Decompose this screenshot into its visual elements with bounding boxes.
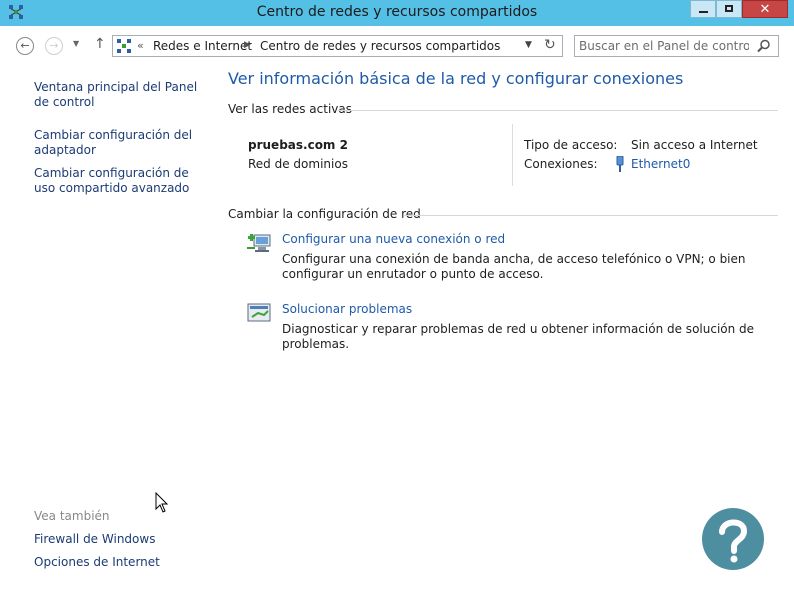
network-divider [512, 124, 513, 186]
control-panel-icon [117, 39, 131, 53]
forward-button[interactable]: → [45, 37, 63, 55]
setup-connection-description: Configurar una conexión de banda ancha, … [282, 252, 746, 281]
network-name: pruebas.com 2 [248, 138, 348, 152]
close-icon: ✕ [759, 2, 771, 17]
breadcrumb-current[interactable]: Centro de redes y recursos compartidos [260, 39, 500, 53]
network-type[interactable]: Red de dominios [248, 157, 348, 171]
sidebar-link-adapter-settings[interactable]: Cambiar configuración del adaptador [34, 128, 209, 158]
mouse-cursor-icon [155, 492, 169, 513]
sidebar-link-internet-options[interactable]: Opciones de Internet [34, 555, 209, 570]
search-box[interactable] [574, 35, 779, 57]
change-settings-heading: Cambiar la configuración de red [228, 207, 421, 221]
page-title: Ver información básica de la red y confi… [228, 69, 684, 88]
breadcrumb-arrow-icon[interactable]: ▶ [244, 40, 251, 50]
ethernet-connection-link[interactable]: Ethernet0 [631, 157, 690, 171]
troubleshoot-icon[interactable] [246, 302, 272, 324]
breadcrumb-redes-internet[interactable]: Redes e Internet [153, 39, 252, 53]
search-input[interactable] [579, 38, 749, 54]
troubleshoot-description: Diagnosticar y reparar problemas de red … [282, 322, 755, 351]
active-networks-heading: Ver las redes activas [228, 102, 352, 116]
up-button[interactable]: ↑ [94, 36, 106, 52]
help-watermark-icon [702, 508, 764, 570]
close-button[interactable]: ✕ [742, 0, 788, 18]
sidebar-link-control-panel-home[interactable]: Ventana principal del Panel de control [34, 80, 209, 110]
sidebar-link-advanced-sharing[interactable]: Cambiar configuración de uso compartido … [34, 166, 209, 196]
title-bar: Centro de redes y recursos compartidos ✕ [0, 0, 794, 26]
refresh-icon[interactable]: ↻ [544, 37, 556, 53]
access-type-label: Tipo de acceso: [524, 138, 618, 152]
address-dropdown-icon[interactable]: ▼ [525, 40, 532, 50]
minimize-button[interactable] [690, 0, 716, 18]
access-type-value: Sin acceso a Internet [631, 138, 758, 152]
window-title: Centro de redes y recursos compartidos [256, 4, 538, 20]
forward-arrow-icon: → [49, 39, 59, 52]
navigation-bar: ← → ▼ ↑ « Redes e Internet ▶ Centro de r… [0, 26, 794, 64]
new-connection-icon[interactable] [246, 232, 272, 254]
ethernet-icon [616, 156, 624, 172]
connections-label: Conexiones: [524, 157, 598, 171]
section-divider [338, 110, 778, 111]
minimize-icon [699, 11, 708, 13]
back-button[interactable]: ← [16, 37, 34, 55]
chevron-down-icon: ▼ [73, 39, 80, 48]
section-divider [404, 215, 778, 216]
breadcrumb-overflow-icon[interactable]: « [137, 39, 144, 52]
up-arrow-icon: ↑ [94, 36, 106, 52]
search-icon[interactable] [756, 38, 772, 54]
setup-connection-link[interactable]: Configurar una nueva conexión o red [282, 232, 505, 246]
troubleshoot-link[interactable]: Solucionar problemas [282, 302, 412, 316]
address-bar[interactable]: « Redes e Internet ▶ Centro de redes y r… [112, 35, 563, 57]
sidebar-link-firewall[interactable]: Firewall de Windows [34, 532, 209, 547]
see-also-heading: Vea también [34, 509, 110, 523]
maximize-button[interactable] [716, 0, 742, 18]
maximize-icon [725, 5, 733, 12]
recent-locations-dropdown[interactable]: ▼ [73, 39, 79, 48]
back-arrow-icon: ← [20, 39, 30, 52]
